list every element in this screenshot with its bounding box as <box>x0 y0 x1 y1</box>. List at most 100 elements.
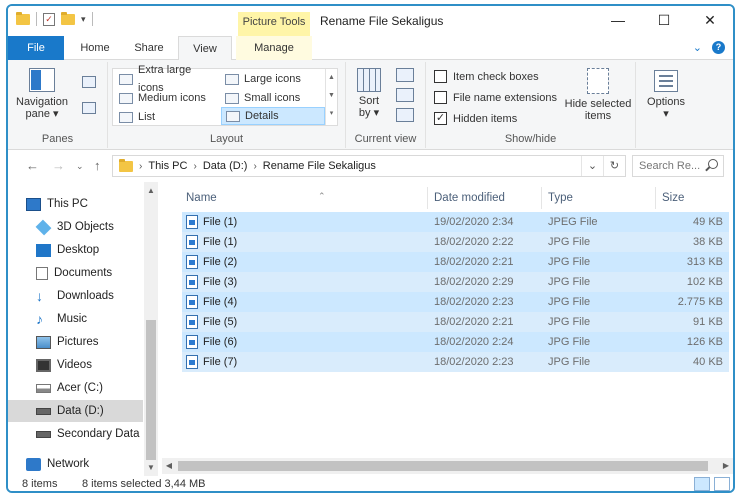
file-type: JPG File <box>548 336 591 348</box>
file-name: File (4) <box>203 296 238 308</box>
size-columns-icon[interactable] <box>396 108 414 122</box>
layout-details[interactable]: Details <box>221 107 325 125</box>
maximize-button[interactable]: ☐ <box>641 6 687 34</box>
chevron-right-icon[interactable]: › <box>193 161 196 172</box>
sort-by-button[interactable]: Sort by ▾ <box>354 68 384 119</box>
nav-scrollbar[interactable]: ▲ ▼ <box>144 182 158 476</box>
layout-item-label: Medium icons <box>138 92 206 104</box>
address-bar[interactable]: › This PC › Data (D:) › Rename File Seka… <box>112 155 626 177</box>
layout-gallery: Extra large icons Large icons Medium ico… <box>112 64 338 126</box>
tab-view[interactable]: View <box>178 36 232 61</box>
hidden-items-checkbox[interactable]: ✓ <box>434 112 447 125</box>
selection-info: 8 items selected 3,44 MB <box>82 478 206 490</box>
file-name-extensions-option[interactable]: File name extensions <box>434 91 557 104</box>
details-pane-icon[interactable] <box>82 102 96 114</box>
details-view-toggle-icon[interactable] <box>694 477 710 491</box>
file-row[interactable]: File (1) 18/02/2020 2:22 JPG File 38 KB <box>182 232 729 252</box>
image-file-icon <box>186 255 198 269</box>
nav-item-music[interactable]: ♪ Music <box>8 308 143 330</box>
layout-small-icons[interactable]: Small icons <box>221 89 325 107</box>
add-columns-icon[interactable] <box>396 88 414 102</box>
hide-selected-items-button[interactable]: Hide selected items <box>562 68 634 122</box>
chevron-right-icon[interactable]: › <box>253 161 256 172</box>
properties-icon[interactable]: ✓ <box>43 12 55 26</box>
file-name: File (7) <box>203 356 238 368</box>
layout-medium-icons[interactable]: Medium icons <box>115 89 219 107</box>
nav-item-data-d[interactable]: Data (D:) <box>8 400 143 422</box>
file-name-extensions-checkbox[interactable] <box>434 91 447 104</box>
file-row[interactable]: File (1) 19/02/2020 2:34 JPEG File 49 KB <box>182 212 729 232</box>
expand-ribbon-icon[interactable]: ⌄ <box>693 41 702 54</box>
file-name: File (3) <box>203 276 238 288</box>
search-icon <box>708 159 718 169</box>
breadcrumb-drive[interactable]: Data (D:) <box>203 160 248 172</box>
scroll-down-icon[interactable]: ▼ <box>144 463 158 472</box>
nav-scroll-thumb[interactable] <box>146 320 156 460</box>
address-dropdown-icon[interactable]: ⌄ <box>581 156 603 176</box>
nav-item-pictures[interactable]: Pictures <box>8 331 143 353</box>
network-icon <box>26 457 41 471</box>
image-file-icon <box>186 315 198 329</box>
nav-item-secondary-data[interactable]: Secondary Data <box>8 423 143 445</box>
breadcrumb-this-pc[interactable]: This PC <box>148 160 187 172</box>
help-icon[interactable]: ? <box>712 41 725 54</box>
download-arrow-icon: ↓ <box>36 287 43 304</box>
layout-large-icons[interactable]: Large icons <box>221 70 325 88</box>
nav-item-network[interactable]: Network <box>8 453 143 475</box>
minimize-button[interactable]: — <box>595 6 641 34</box>
nav-item-this-pc[interactable]: This PC <box>8 193 143 215</box>
file-name-cell: File (1) <box>186 212 237 232</box>
layout-list[interactable]: List <box>115 108 219 126</box>
nav-item-label: Secondary Data <box>57 428 140 440</box>
recent-locations-icon[interactable]: ⌄ <box>76 161 84 172</box>
column-name[interactable]: ⌃ Name <box>180 187 428 209</box>
tab-home[interactable]: Home <box>68 36 122 60</box>
file-row[interactable]: File (5) 18/02/2020 2:21 JPG File 91 KB <box>182 312 729 332</box>
navigation-pane-button[interactable]: Navigation pane ▾ <box>14 68 70 120</box>
options-button[interactable]: Options ▾ <box>642 70 690 120</box>
large-icons-view-toggle-icon[interactable] <box>714 477 730 491</box>
file-date: 18/02/2020 2:29 <box>434 276 514 288</box>
tab-share[interactable]: Share <box>124 36 174 60</box>
item-check-boxes-option[interactable]: Item check boxes <box>434 70 539 83</box>
file-row[interactable]: File (7) 18/02/2020 2:23 JPG File 40 KB <box>182 352 729 372</box>
search-input[interactable]: Search Re... <box>632 155 724 177</box>
ribbon-tabs: File Home Share View Manage ⌄ ? <box>8 36 733 61</box>
forward-arrow-icon[interactable]: → <box>52 158 65 173</box>
layout-gallery-scroll[interactable]: ▲ ▼ ▾ <box>325 69 337 125</box>
nav-item-3d-objects[interactable]: 3D Objects <box>8 216 143 238</box>
group-by-icon[interactable] <box>396 68 414 82</box>
layout-extra-large-icons[interactable]: Extra large icons <box>115 64 219 94</box>
tab-file[interactable]: File <box>8 36 64 60</box>
column-type[interactable]: Type <box>542 187 656 209</box>
new-folder-icon[interactable] <box>61 11 75 25</box>
scroll-left-icon[interactable]: ◀ <box>162 461 176 470</box>
customize-toolbar-icon[interactable]: ▾ <box>81 14 86 25</box>
close-button[interactable]: ✕ <box>687 6 733 34</box>
scroll-right-icon[interactable]: ▶ <box>719 461 733 470</box>
nav-item-videos[interactable]: Videos <box>8 354 143 376</box>
chevron-right-icon[interactable]: › <box>139 161 142 172</box>
refresh-icon[interactable]: ↻ <box>603 156 625 176</box>
file-row[interactable]: File (3) 18/02/2020 2:29 JPG File 102 KB <box>182 272 729 292</box>
nav-item-documents[interactable]: Documents <box>8 262 143 284</box>
tab-manage[interactable]: Manage <box>236 36 312 60</box>
horizontal-scroll-thumb[interactable] <box>178 461 708 471</box>
column-size[interactable]: Size <box>656 187 728 209</box>
scroll-up-icon[interactable]: ▲ <box>144 186 158 195</box>
file-row[interactable]: File (6) 18/02/2020 2:24 JPG File 126 KB <box>182 332 729 352</box>
breadcrumb-folder[interactable]: Rename File Sekaligus <box>263 160 376 172</box>
file-row[interactable]: File (2) 18/02/2020 2:21 JPG File 313 KB <box>182 252 729 272</box>
back-arrow-icon[interactable]: ← <box>26 158 39 173</box>
column-date-modified[interactable]: Date modified <box>428 187 542 209</box>
horizontal-scrollbar[interactable]: ◀ ▶ <box>162 458 733 474</box>
up-arrow-icon[interactable]: ↑ <box>94 158 101 173</box>
item-check-boxes-checkbox[interactable] <box>434 70 447 83</box>
nav-item-acer-c[interactable]: Acer (C:) <box>8 377 143 399</box>
preview-pane-icon[interactable] <box>82 76 96 88</box>
nav-item-downloads[interactable]: ↓ Downloads <box>8 285 143 307</box>
hidden-items-option[interactable]: ✓ Hidden items <box>434 112 517 125</box>
nav-item-desktop[interactable]: Desktop <box>8 239 143 261</box>
file-row[interactable]: File (4) 18/02/2020 2:23 JPG File 2.775 KB <box>182 292 729 312</box>
file-size: 38 KB <box>693 236 723 248</box>
